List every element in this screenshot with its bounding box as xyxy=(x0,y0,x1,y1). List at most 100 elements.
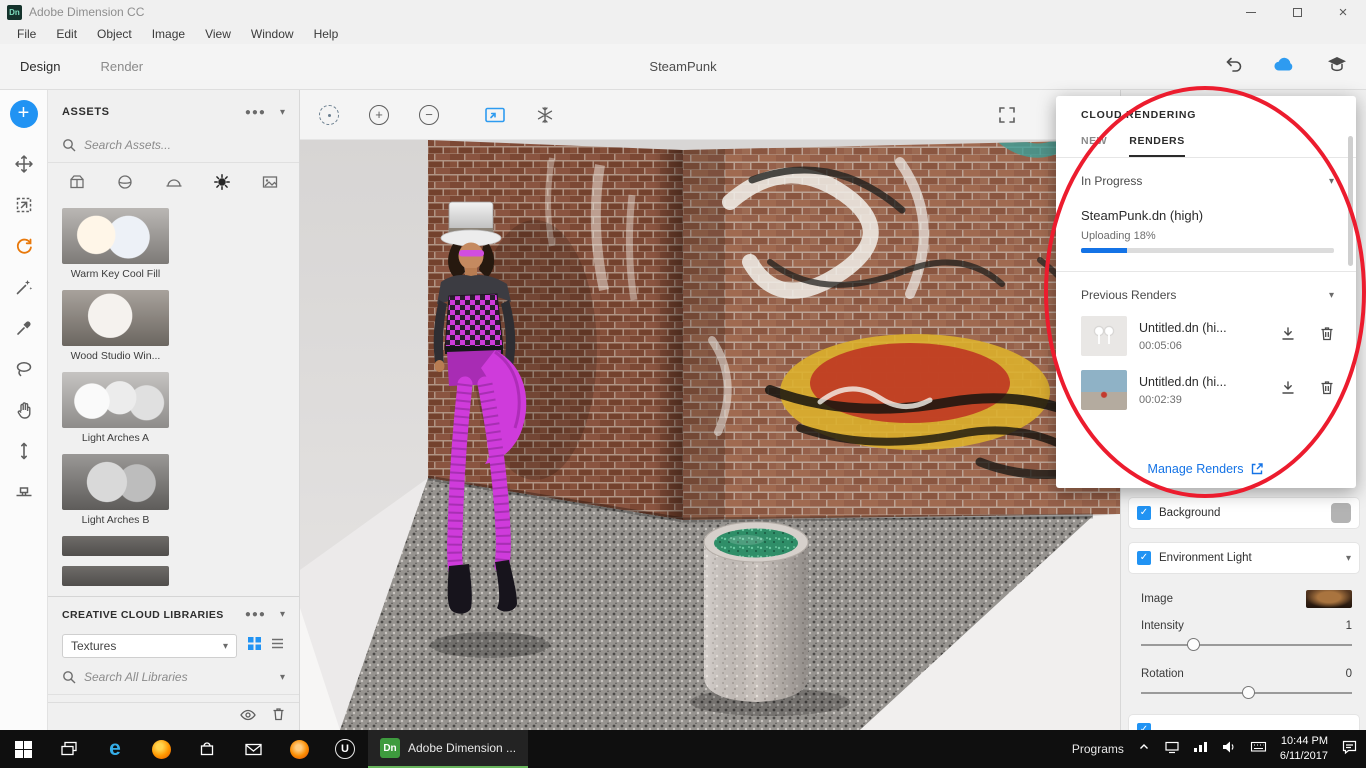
eye-icon[interactable] xyxy=(240,708,256,726)
orange-app-icon[interactable] xyxy=(276,730,322,768)
start-button[interactable] xyxy=(0,730,46,768)
list-view-icon[interactable] xyxy=(270,636,285,656)
store-icon[interactable] xyxy=(184,730,230,768)
library-select[interactable]: Textures ▾ xyxy=(62,634,237,658)
menu-item-window[interactable]: Window xyxy=(242,25,303,43)
render-item[interactable]: Untitled.dn (hi... 00:02:39 xyxy=(1081,370,1334,410)
previous-renders-header[interactable]: Previous Renders ▾ xyxy=(1056,272,1356,302)
asset-item[interactable]: Light Arches A xyxy=(62,372,169,444)
background-row[interactable]: ✓ Background xyxy=(1129,498,1359,528)
viewport[interactable]: + − xyxy=(300,90,1120,730)
trash-icon[interactable] xyxy=(1320,326,1334,346)
scene-3d[interactable] xyxy=(300,140,1120,730)
download-icon[interactable] xyxy=(1280,326,1296,347)
environment-checkbox[interactable]: ✓ xyxy=(1137,551,1151,565)
menu-item-help[interactable]: Help xyxy=(305,25,348,43)
menu-item-image[interactable]: Image xyxy=(143,25,194,43)
images-category-icon[interactable] xyxy=(261,173,279,196)
download-icon[interactable] xyxy=(1280,380,1296,401)
partial-checkbox[interactable]: ✓ xyxy=(1137,723,1151,730)
menu-item-edit[interactable]: Edit xyxy=(47,25,86,43)
partial-row[interactable]: ✓ xyxy=(1129,715,1359,730)
asset-item-partial[interactable] xyxy=(62,536,169,556)
libraries-collapse-icon[interactable]: ▾ xyxy=(280,609,285,620)
learn-icon[interactable] xyxy=(1326,54,1348,79)
in-progress-header[interactable]: In Progress ▾ xyxy=(1056,158,1356,188)
maximize-button[interactable] xyxy=(1274,0,1320,24)
rotation-value[interactable]: 0 xyxy=(1346,668,1352,680)
network-icon[interactable] xyxy=(1164,740,1180,759)
snowflake-icon[interactable] xyxy=(532,102,558,128)
assets-search[interactable] xyxy=(48,134,299,163)
rotation-slider[interactable] xyxy=(1141,686,1352,698)
fullscreen-icon[interactable] xyxy=(994,102,1020,128)
taskbar-clock[interactable]: 10:44 PM 6/11/2017 xyxy=(1280,734,1328,764)
volume-icon[interactable] xyxy=(1221,740,1237,759)
rotate-tool[interactable] xyxy=(11,233,37,259)
materials-category-icon[interactable] xyxy=(116,173,134,196)
environment-light-row[interactable]: ✓ Environment Light ▾ xyxy=(1129,543,1359,573)
signal-icon[interactable] xyxy=(1193,740,1208,758)
asset-item[interactable]: Light Arches B xyxy=(62,454,169,526)
orbit-select-icon[interactable] xyxy=(316,102,342,128)
render-item[interactable]: Untitled.dn (hi... 00:05:06 xyxy=(1081,316,1334,356)
scale-tool[interactable] xyxy=(11,192,37,218)
manage-renders-link[interactable]: Manage Renders xyxy=(1056,462,1356,476)
move-tool[interactable] xyxy=(11,151,37,177)
libraries-search-input[interactable] xyxy=(84,670,272,684)
tab-design[interactable]: Design xyxy=(0,45,80,88)
tab-renders[interactable]: RENDERS xyxy=(1129,135,1185,157)
hand-tool[interactable] xyxy=(11,397,37,423)
fit-view-icon[interactable] xyxy=(482,102,508,128)
tab-new[interactable]: NEW xyxy=(1081,135,1107,157)
taskbar-app-dimension[interactable]: Dn Adobe Dimension ... xyxy=(368,730,528,768)
libraries-more-icon[interactable]: ●●● xyxy=(245,609,266,620)
lights-category-icon[interactable] xyxy=(213,173,231,196)
close-button[interactable]: × xyxy=(1320,0,1366,24)
libraries-search[interactable]: ▾ xyxy=(48,666,299,695)
menu-item-view[interactable]: View xyxy=(196,25,240,43)
magic-wand-tool[interactable] xyxy=(11,274,37,300)
unreal-icon[interactable]: U xyxy=(322,730,368,768)
lasso-tool[interactable] xyxy=(11,356,37,382)
cloud-sync-icon[interactable] xyxy=(1272,54,1298,79)
environment-image-thumbnail[interactable] xyxy=(1306,590,1352,608)
background-color-swatch[interactable] xyxy=(1331,503,1351,523)
task-view-button[interactable] xyxy=(46,730,92,768)
models-category-icon[interactable] xyxy=(68,173,86,196)
chevron-down-icon[interactable]: ▾ xyxy=(1346,553,1351,564)
grid-view-icon[interactable] xyxy=(247,636,262,656)
horizon-tool[interactable] xyxy=(11,479,37,505)
asset-item[interactable]: Warm Key Cool Fill xyxy=(62,208,169,280)
tab-render[interactable]: Render xyxy=(80,45,163,88)
mail-icon[interactable] xyxy=(230,730,276,768)
background-checkbox[interactable]: ✓ xyxy=(1137,506,1151,520)
intensity-slider[interactable] xyxy=(1141,638,1352,650)
assets-search-input[interactable] xyxy=(84,138,285,152)
intensity-slider-knob[interactable] xyxy=(1187,638,1200,651)
intensity-value[interactable]: 1 xyxy=(1346,620,1352,632)
asset-item[interactable]: Wood Studio Win... xyxy=(62,290,169,362)
chevron-down-icon[interactable]: ▾ xyxy=(280,672,285,683)
firefox-icon[interactable] xyxy=(138,730,184,768)
popup-scrollbar[interactable] xyxy=(1348,136,1353,266)
edge-icon[interactable]: e xyxy=(92,730,138,768)
assets-more-icon[interactable]: ●●● xyxy=(245,107,266,118)
undo-icon[interactable] xyxy=(1224,54,1244,79)
tray-expand-icon[interactable] xyxy=(1137,740,1151,759)
keyboard-icon[interactable] xyxy=(1250,740,1267,758)
asset-item-partial[interactable] xyxy=(62,566,169,586)
minimize-button[interactable] xyxy=(1228,0,1274,24)
dome-category-icon[interactable] xyxy=(165,173,183,196)
eyedropper-tool[interactable] xyxy=(11,315,37,341)
trash-icon[interactable] xyxy=(1320,380,1334,400)
rotation-slider-knob[interactable] xyxy=(1242,686,1255,699)
menu-item-file[interactable]: File xyxy=(8,25,45,43)
zoom-out-icon[interactable]: − xyxy=(416,102,442,128)
trash-icon[interactable] xyxy=(272,707,285,726)
add-content-button[interactable]: + xyxy=(10,100,38,128)
programs-label[interactable]: Programs xyxy=(1072,742,1124,756)
menu-item-object[interactable]: Object xyxy=(88,25,141,43)
zoom-in-icon[interactable]: + xyxy=(366,102,392,128)
dolly-tool[interactable] xyxy=(11,438,37,464)
